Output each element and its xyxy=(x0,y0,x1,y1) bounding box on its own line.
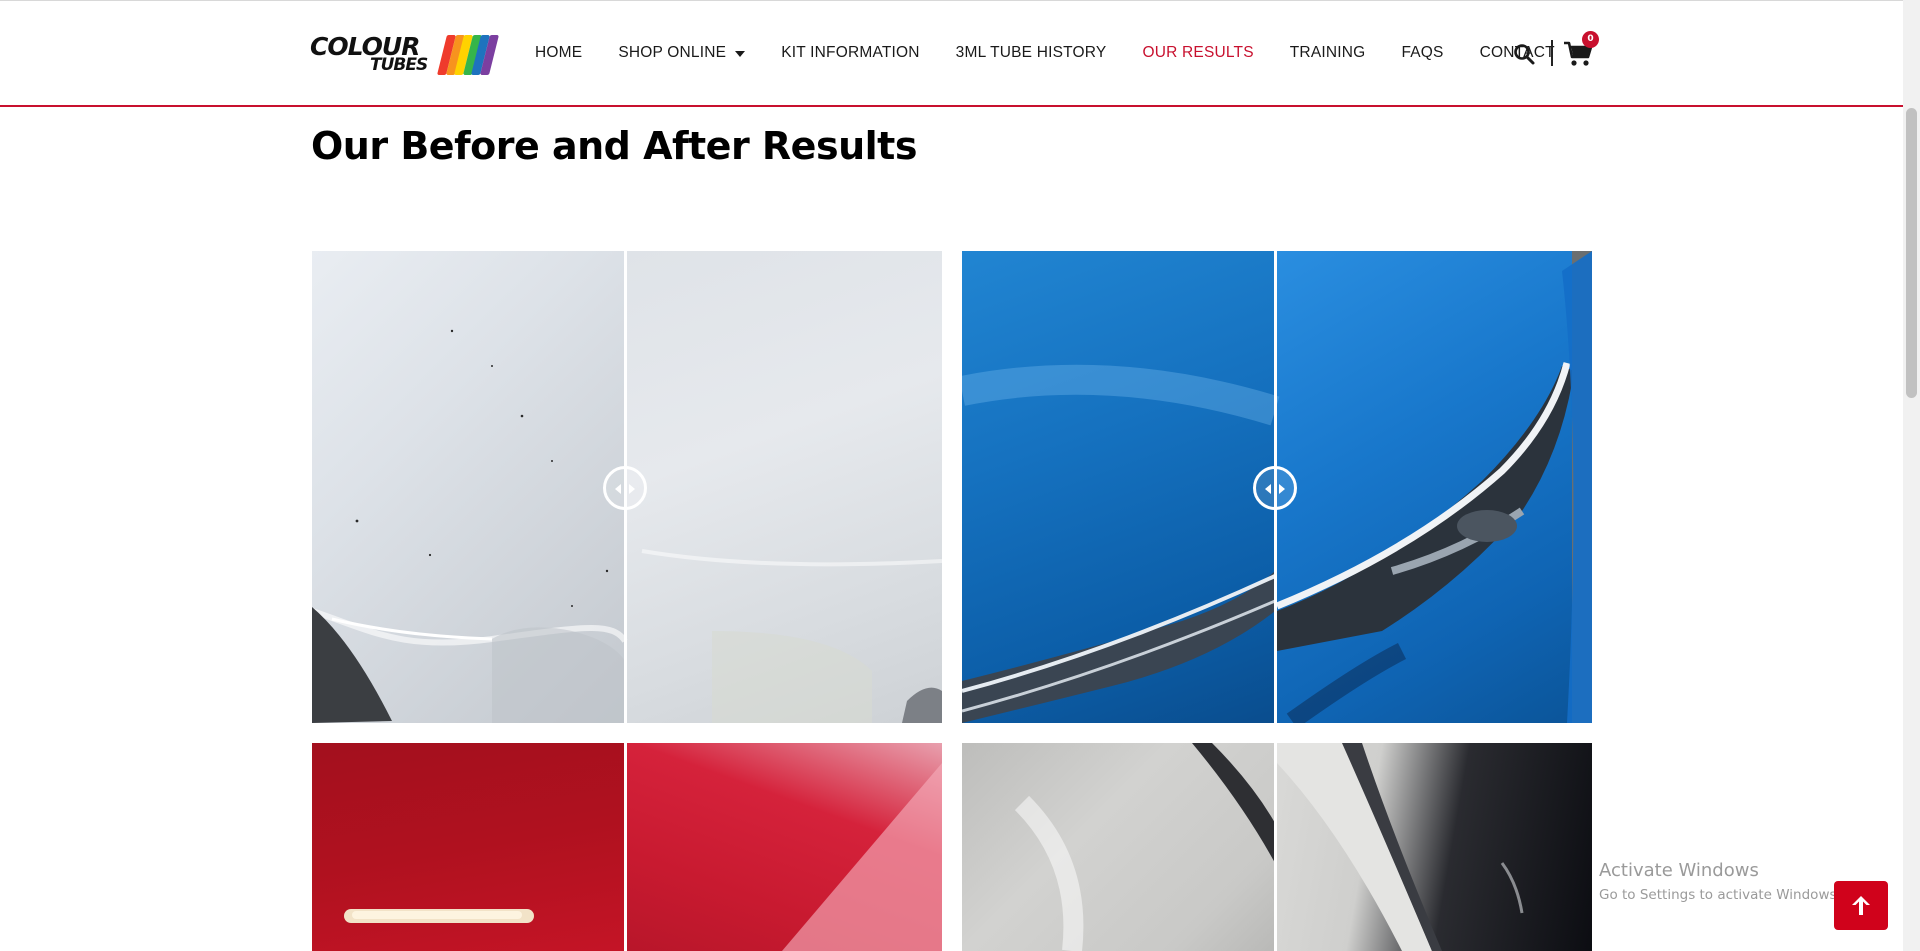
before-after-grey-car[interactable] xyxy=(962,743,1592,951)
logo-word-tubes: TUBES xyxy=(370,55,428,75)
site-header: COLOUR TUBES HOME SHOP ONLINE KIT INFORMAT… xyxy=(0,0,1903,107)
scrollbar-thumb[interactable] xyxy=(1906,108,1917,398)
paint-scratch xyxy=(344,763,942,951)
watermark-title: Activate Windows xyxy=(1599,860,1759,881)
cart-count-badge: 0 xyxy=(1582,31,1599,48)
nav-item-training[interactable]: TRAINING xyxy=(1290,44,1366,62)
back-to-top-button[interactable] xyxy=(1834,881,1888,930)
logo-color-stripes xyxy=(437,35,499,75)
watermark-subtitle: Go to Settings to activate Windows. xyxy=(1599,887,1841,903)
header-divider xyxy=(1551,40,1553,66)
nav-item-label: HOME xyxy=(535,44,583,61)
nav-item-label: TRAINING xyxy=(1289,44,1366,61)
nav-item-kit-information[interactable]: KIT INFORMATION xyxy=(781,44,919,62)
page: COLOUR TUBES HOME SHOP ONLINE KIT INFORMAT… xyxy=(0,0,1920,951)
nav-item-shop-online[interactable]: SHOP ONLINE xyxy=(618,44,746,62)
nav-item-faqs[interactable]: FAQS xyxy=(1401,44,1443,62)
arrow-up-icon xyxy=(1852,896,1870,915)
chevron-down-icon xyxy=(735,51,746,57)
nav-item-home[interactable]: HOME xyxy=(535,44,582,62)
nav-item-label: SHOP ONLINE xyxy=(618,44,727,61)
search-icon[interactable] xyxy=(1512,42,1536,66)
before-after-red-car[interactable] xyxy=(312,743,942,951)
page-scrollbar[interactable] xyxy=(1903,0,1920,951)
comparison-divider[interactable] xyxy=(624,743,627,951)
windows-activation-watermark: Activate Windows Go to Settings to activ… xyxy=(1599,860,1841,905)
nav-item-our-results[interactable]: OUR RESULTS xyxy=(1142,44,1253,62)
site-logo[interactable]: COLOUR TUBES xyxy=(310,34,499,78)
nav-item-label: KIT INFORMATION xyxy=(781,44,920,61)
page-title: Our Before and After Results xyxy=(311,124,917,168)
before-after-blue-car[interactable] xyxy=(962,251,1592,723)
main-nav: HOME SHOP ONLINE KIT INFORMATION 3ML TUBE H… xyxy=(535,43,1591,63)
before-after-white-car[interactable] xyxy=(312,251,942,723)
nav-item-3ml-tube-history[interactable]: 3ML TUBE HISTORY xyxy=(956,44,1107,62)
left-right-arrows-icon[interactable] xyxy=(603,466,647,510)
comparison-divider[interactable] xyxy=(1274,743,1277,951)
left-right-arrows-icon[interactable] xyxy=(1253,466,1297,510)
nav-item-label: FAQS xyxy=(1401,44,1444,61)
nav-item-label: 3ML TUBE HISTORY xyxy=(955,44,1107,61)
nav-item-label: OUR RESULTS xyxy=(1142,44,1254,61)
car-door-edge xyxy=(1014,743,1524,951)
